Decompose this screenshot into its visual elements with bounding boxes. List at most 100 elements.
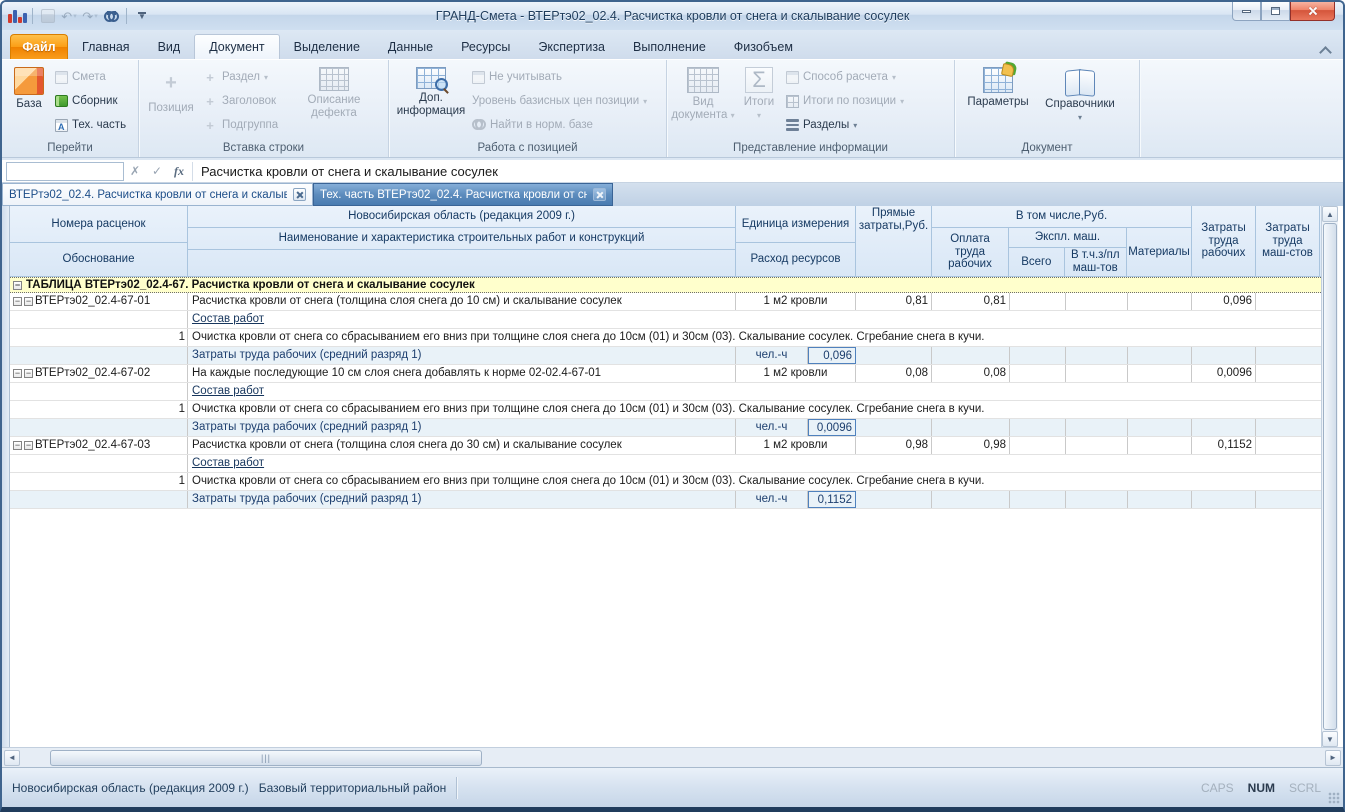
sections-button[interactable]: Разделы▾ (783, 115, 943, 135)
machines-total-value (1010, 365, 1066, 382)
grid-body: − ТАБЛИЦА ВТЕРтэ02_02.4-67. Расчистка кр… (10, 277, 1321, 747)
green-book-icon (55, 95, 68, 107)
sbornik-button[interactable]: Сборник (52, 91, 129, 111)
scroll-up-button[interactable]: ▲ (1322, 206, 1338, 222)
works-composition-link[interactable]: Состав работ (192, 457, 264, 469)
resource-row[interactable]: Затраты труда рабочих (средний разряд 1)… (10, 491, 1321, 509)
caption-buttons (1232, 2, 1335, 21)
header-machines-total[interactable]: Всего (1009, 248, 1065, 276)
tab-vid[interactable]: Вид (144, 34, 195, 59)
scroll-down-button[interactable]: ▼ (1322, 731, 1338, 747)
header-col-labor-machinists[interactable]: Затраты труда маш-стов (1256, 206, 1320, 276)
resize-grip[interactable] (1328, 792, 1340, 804)
collapse-icon[interactable]: − (13, 369, 22, 378)
collapse-icon[interactable]: − (24, 441, 33, 450)
tab-glavnaya[interactable]: Главная (68, 34, 144, 59)
customize-qat-button[interactable]: ▼ (133, 7, 151, 25)
tab-file[interactable]: Файл (10, 34, 68, 59)
work-text-row: 1 Очистка кровли от снега со сбрасывание… (10, 473, 1321, 491)
machines-wages-value (1066, 437, 1128, 454)
position-code: ВТЕРтэ02_02.4-67-03 (35, 437, 150, 454)
resource-row[interactable]: Затраты труда рабочих (средний разряд 1)… (10, 419, 1321, 437)
resource-qty-cell[interactable]: 0,1152 (808, 491, 856, 508)
collapse-icon[interactable]: − (24, 369, 33, 378)
header-col-name[interactable]: Новосибирская область (редакция 2009 г.)… (188, 206, 736, 276)
collapse-icon[interactable]: − (13, 441, 22, 450)
base-button[interactable]: База (6, 63, 52, 139)
header-col-labor-pay[interactable]: Оплата труда рабочих (932, 228, 1009, 276)
collapse-icon[interactable]: − (13, 297, 22, 306)
resource-qty-cell[interactable]: 0,0096 (808, 419, 856, 436)
heading-label: Заголовок (222, 95, 276, 107)
work-number: 1 (10, 473, 188, 490)
collapse-icon[interactable]: − (24, 297, 33, 306)
header-col-unit[interactable]: Единица измерения Расход ресурсов (736, 206, 856, 276)
confirm-button: ✓ (146, 162, 168, 181)
works-composition-link[interactable]: Состав работ (192, 313, 264, 325)
close-tab-icon[interactable] (593, 188, 606, 201)
resource-qty-cell[interactable]: 0,096 (808, 347, 856, 364)
header-labor-workers: Затраты труда рабочих (1192, 206, 1255, 276)
vertical-scroll-thumb[interactable] (1323, 223, 1337, 730)
totals-label: Итоги▾ (744, 96, 774, 122)
smeta-label: Смета (72, 71, 106, 83)
labor-machinists-value (1256, 365, 1320, 382)
parameters-label: Параметры (967, 96, 1028, 109)
materials-value (1128, 293, 1192, 310)
parameters-button[interactable]: Параметры (959, 63, 1037, 139)
tab-vydelenie[interactable]: Выделение (280, 34, 374, 59)
horizontal-scrollbar[interactable]: ◄ ||| ► (2, 747, 1343, 767)
function-button[interactable]: fx (168, 162, 190, 181)
labor-pay-value: 0,81 (932, 293, 1010, 310)
tab-resursy[interactable]: Ресурсы (447, 34, 524, 59)
app-logo-icon[interactable] (8, 7, 26, 25)
works-composition-link[interactable]: Состав работ (192, 385, 264, 397)
separator (126, 8, 127, 24)
table-hand-icon (983, 67, 1013, 93)
formula-value[interactable]: Расчистка кровли от снега и скалывание с… (195, 164, 1343, 179)
references-button[interactable]: Справочники▾ (1037, 63, 1123, 139)
table-group-row[interactable]: − ТАБЛИЦА ВТЕРтэ02_02.4-67. Расчистка кр… (10, 277, 1321, 293)
minimize-button[interactable] (1232, 2, 1261, 21)
machines-wages-value (1066, 293, 1128, 310)
position-code: ВТЕРтэ02_02.4-67-01 (35, 293, 150, 310)
work-text-row: 1 Очистка кровли от снега со сбрасывание… (10, 401, 1321, 419)
header-col-machines[interactable]: Экспл. маш. Всего В т.ч.з/пл маш-тов (1009, 228, 1127, 276)
save-button (39, 7, 57, 25)
header-col-numbers[interactable]: Номера расценок Обоснование (10, 206, 188, 276)
tech-part-button[interactable]: Тех. часть (52, 115, 129, 135)
position-row[interactable]: −−ВТЕРтэ02_02.4-67-03 Расчистка кровли о… (10, 437, 1321, 455)
position-row[interactable]: −−ВТЕРтэ02_02.4-67-01 Расчистка кровли о… (10, 293, 1321, 311)
header-col-direct[interactable]: Прямые затраты,Руб. (856, 206, 932, 276)
header-machines-wages[interactable]: В т.ч.з/пл маш-тов (1065, 248, 1126, 276)
tab-fizobyem[interactable]: Физобъем (720, 34, 807, 59)
position-row[interactable]: −−ВТЕРтэ02_02.4-67-02 На каждые последую… (10, 365, 1321, 383)
doc-tab-estimate[interactable]: ВТЕРтэ02_02.4. Расчистка кровли от снега… (2, 183, 313, 206)
collapse-ribbon-button[interactable] (1320, 45, 1331, 53)
maximize-button[interactable] (1261, 2, 1290, 21)
scroll-left-button[interactable]: ◄ (4, 750, 20, 766)
horizontal-scroll-thumb[interactable]: ||| (50, 750, 482, 766)
doc-tab-tech-part[interactable]: Тех. часть ВТЕРтэ02_02.4. Расчистка кров… (313, 183, 613, 206)
vertical-scrollbar[interactable]: ▲ ▼ (1321, 206, 1338, 747)
close-button[interactable] (1290, 2, 1335, 21)
find-in-base-button: Найти в норм. базе (469, 115, 659, 135)
header-machines: Экспл. маш. (1009, 228, 1126, 248)
chevron-down-icon: ▾ (892, 73, 896, 82)
resource-row[interactable]: Затраты труда рабочих (средний разряд 1)… (10, 347, 1321, 365)
close-tab-icon[interactable] (293, 188, 306, 201)
work-text-row: 1 Очистка кровли от снега со сбрасывание… (10, 329, 1321, 347)
extra-info-button[interactable]: Доп. информация (393, 63, 469, 139)
header-col-labor-workers[interactable]: Затраты труда рабочих (1192, 206, 1256, 276)
tab-dannye[interactable]: Данные (374, 34, 447, 59)
find-in-base-label: Найти в норм. базе (490, 119, 593, 131)
tab-vypolnenie[interactable]: Выполнение (619, 34, 720, 59)
tab-ekspertiza[interactable]: Экспертиза (524, 34, 619, 59)
header-col-materials[interactable]: Материалы (1127, 228, 1191, 276)
num-indicator: NUM (1248, 781, 1275, 795)
collapse-icon[interactable]: − (13, 281, 22, 290)
find-button[interactable] (102, 7, 120, 25)
tab-dokument[interactable]: Документ (194, 34, 279, 59)
name-box-input[interactable] (6, 162, 124, 181)
scroll-right-button[interactable]: ► (1325, 750, 1341, 766)
